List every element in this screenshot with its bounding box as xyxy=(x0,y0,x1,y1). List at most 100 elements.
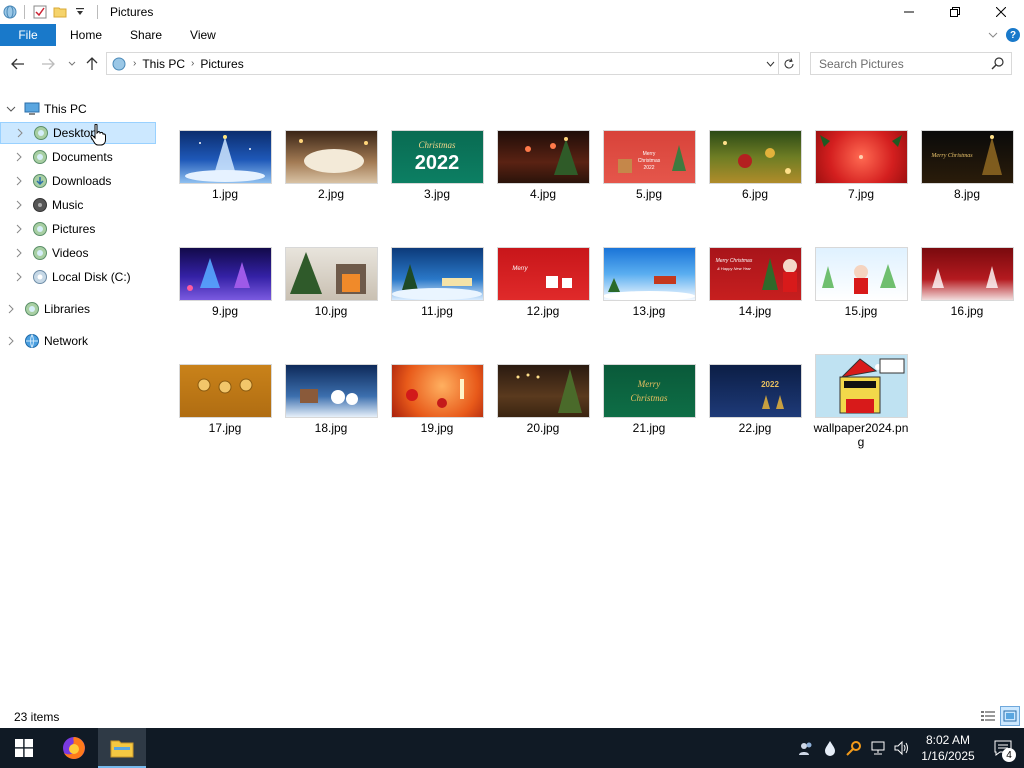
toolbar-divider xyxy=(24,5,25,19)
file-item[interactable]: 11.jpg xyxy=(387,237,487,318)
image-thumbnail xyxy=(179,365,271,417)
file-item[interactable]: wallpaper2024.png xyxy=(811,354,911,449)
sidebar-item-pictures[interactable]: Pictures xyxy=(0,218,156,240)
svg-text:Merry: Merry xyxy=(642,151,655,157)
restore-button[interactable] xyxy=(932,0,978,24)
ribbon-controls: ? xyxy=(988,24,1020,46)
close-button[interactable] xyxy=(978,0,1024,24)
file-item[interactable]: 2.jpg xyxy=(281,120,381,201)
details-view-button[interactable] xyxy=(978,706,998,726)
recent-locations-button[interactable] xyxy=(62,54,82,74)
chevron-right-icon[interactable] xyxy=(14,152,24,162)
tab-share[interactable]: Share xyxy=(116,24,176,46)
file-item[interactable]: 9.jpg xyxy=(175,237,275,318)
help-icon[interactable]: ? xyxy=(1006,28,1020,42)
close-icon xyxy=(996,7,1006,17)
image-thumbnail xyxy=(179,248,271,300)
action-center-button[interactable]: 4 xyxy=(982,728,1024,768)
file-name: 2.jpg xyxy=(317,187,345,201)
chevron-right-icon[interactable] xyxy=(6,336,16,346)
svg-text:Merry: Merry xyxy=(636,379,660,389)
start-button[interactable] xyxy=(0,728,48,768)
chevron-right-icon[interactable] xyxy=(15,128,25,138)
file-item[interactable]: Merry 12.jpg xyxy=(493,237,593,318)
chevron-right-icon[interactable] xyxy=(6,304,16,314)
file-item[interactable]: Christmas 2022 3.jpg xyxy=(387,120,487,201)
clock[interactable]: 8:02 AM 1/16/2025 xyxy=(914,732,982,764)
chevron-right-icon[interactable] xyxy=(14,272,24,282)
file-item[interactable]: 18.jpg xyxy=(281,354,381,435)
breadcrumb-separator-icon[interactable]: › xyxy=(133,58,136,69)
chevron-right-icon[interactable] xyxy=(14,224,24,234)
file-item[interactable]: 17.jpg xyxy=(175,354,275,435)
sidebar-item-videos[interactable]: Videos xyxy=(0,242,156,264)
taskbar-file-explorer[interactable] xyxy=(98,728,146,768)
tab-view[interactable]: View xyxy=(176,24,230,46)
people-icon[interactable] xyxy=(794,728,818,768)
file-item[interactable]: 20.jpg xyxy=(493,354,593,435)
file-item[interactable]: 10.jpg xyxy=(281,237,381,318)
sidebar-item-this-pc[interactable]: This PC xyxy=(0,98,156,120)
sidebar-item-network[interactable]: Network xyxy=(0,330,156,352)
sidebar-item-desktop[interactable]: Desktop xyxy=(0,122,156,144)
file-item[interactable]: 13.jpg xyxy=(599,237,699,318)
chevron-down-icon[interactable] xyxy=(6,104,16,114)
sidebar-item-downloads[interactable]: Downloads xyxy=(0,170,156,192)
file-item[interactable]: 19.jpg xyxy=(387,354,487,435)
tab-file[interactable]: File xyxy=(0,24,56,46)
svg-text:Christmas: Christmas xyxy=(630,393,668,403)
search-input[interactable] xyxy=(811,56,987,71)
file-item[interactable]: Merry Christmas 2022 5.jpg xyxy=(599,120,699,201)
minimize-button[interactable] xyxy=(886,0,932,24)
chevron-right-icon[interactable] xyxy=(14,176,24,186)
properties-icon[interactable] xyxy=(31,3,49,21)
back-button[interactable] xyxy=(8,54,28,74)
image-thumbnail xyxy=(285,131,377,183)
image-thumbnail: Merry xyxy=(497,248,589,300)
file-item[interactable]: 16.jpg xyxy=(917,237,1017,318)
sidebar-item-documents[interactable]: Documents xyxy=(0,146,156,168)
breadcrumb-separator-icon[interactable]: › xyxy=(191,58,194,69)
window-controls xyxy=(886,0,1024,24)
large-icons-view-button[interactable] xyxy=(1000,706,1020,726)
sidebar-item-libraries[interactable]: Libraries xyxy=(0,298,156,320)
svg-text:Merry Christmas: Merry Christmas xyxy=(715,258,752,264)
file-name: 10.jpg xyxy=(314,304,348,318)
file-item[interactable]: Merry Christmas 21.jpg xyxy=(599,354,699,435)
forward-button[interactable] xyxy=(38,54,58,74)
search-box[interactable] xyxy=(810,52,1012,75)
volume-icon[interactable] xyxy=(890,728,914,768)
address-history-dropdown[interactable] xyxy=(763,53,777,74)
file-name: 13.jpg xyxy=(632,304,666,318)
sidebar-item-music[interactable]: Music xyxy=(0,194,156,216)
address-bar[interactable]: › This PC › Pictures xyxy=(106,52,800,75)
new-folder-icon[interactable] xyxy=(51,3,69,21)
taskbar-firefox[interactable] xyxy=(50,728,98,768)
back-arrow-icon xyxy=(11,58,24,70)
chevron-right-icon[interactable] xyxy=(14,200,24,210)
file-item[interactable]: 4.jpg xyxy=(493,120,593,201)
customize-quick-access-icon[interactable] xyxy=(71,3,89,21)
breadcrumb-this-pc[interactable]: This PC xyxy=(142,57,185,71)
refresh-button[interactable] xyxy=(778,53,799,74)
network-status-icon[interactable] xyxy=(866,728,890,768)
file-item[interactable]: 6.jpg xyxy=(705,120,805,201)
file-item[interactable]: Merry Christmas 8.jpg xyxy=(917,120,1017,201)
expand-ribbon-icon[interactable] xyxy=(988,30,998,40)
breadcrumb-pictures[interactable]: Pictures xyxy=(200,57,243,71)
chevron-right-icon[interactable] xyxy=(14,248,24,258)
search-icon[interactable] xyxy=(991,56,1005,70)
file-item[interactable]: Merry Christmas & Happy New Year 14.jpg xyxy=(705,237,805,318)
image-thumbnail xyxy=(815,131,907,183)
drop-icon[interactable] xyxy=(818,728,842,768)
explorer-app-icon[interactable] xyxy=(2,4,18,20)
tab-home[interactable]: Home xyxy=(56,24,116,46)
file-item[interactable]: 15.jpg xyxy=(811,237,911,318)
up-button[interactable] xyxy=(82,54,102,74)
file-name: 1.jpg xyxy=(211,187,239,201)
file-item[interactable]: 2022 22.jpg xyxy=(705,354,805,435)
sidebar-item-local-disk[interactable]: Local Disk (C:) xyxy=(0,266,156,288)
file-item[interactable]: 1.jpg xyxy=(175,120,275,201)
file-item[interactable]: 7.jpg xyxy=(811,120,911,201)
key-icon[interactable] xyxy=(842,728,866,768)
